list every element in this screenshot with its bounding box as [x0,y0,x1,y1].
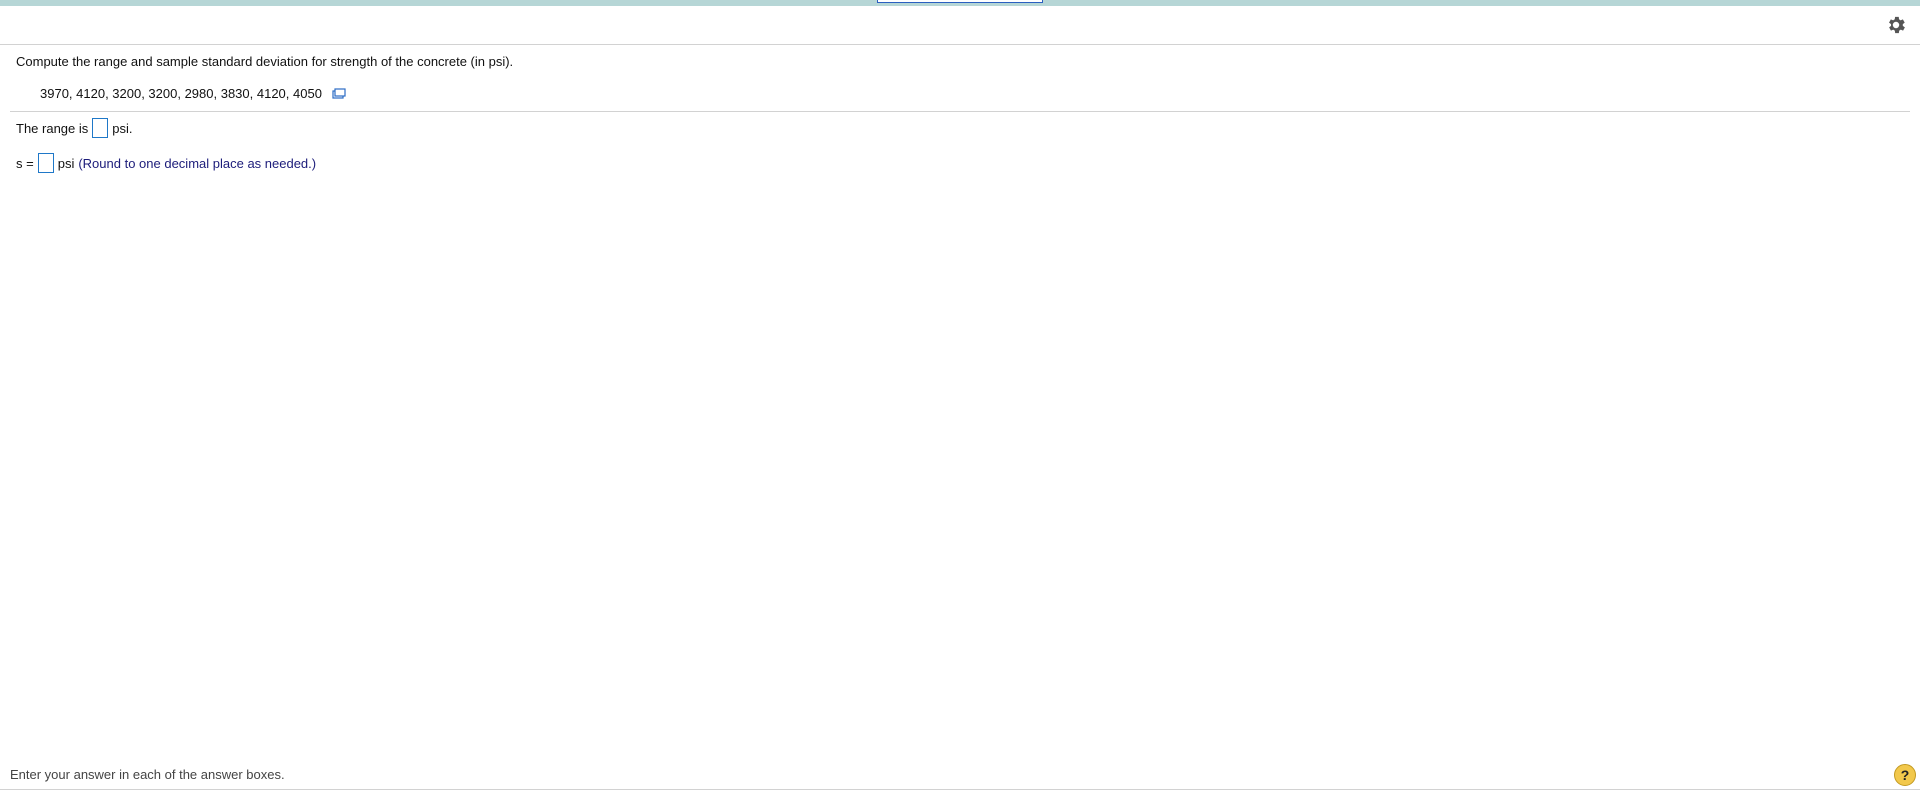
help-button[interactable]: ? [1894,764,1916,786]
footer-divider [0,789,1920,790]
range-answer-row: The range is psi. [16,118,133,138]
range-unit: psi. [112,120,133,136]
data-values: 3970, 4120, 3200, 3200, 2980, 3830, 4120… [40,86,322,101]
range-answer-box[interactable] [92,118,109,138]
gear-icon[interactable] [1885,14,1907,36]
range-label: The range is [16,120,89,136]
std-dev-unit: psi [57,155,75,171]
question-divider [10,111,1910,112]
std-dev-answer-box[interactable] [37,153,54,173]
std-dev-label: s = [16,155,34,171]
question-prompt: Compute the range and sample standard de… [16,54,514,69]
data-values-row: 3970, 4120, 3200, 3200, 2980, 3830, 4120… [40,86,346,101]
rounding-hint: (Round to one decimal place as needed.) [78,155,317,171]
header-divider [0,44,1920,45]
footer-instruction: Enter your answer in each of the answer … [10,767,285,782]
std-dev-answer-row: s = psi (Round to one decimal place as n… [16,153,316,173]
active-tab-indicator[interactable] [877,0,1043,3]
copy-data-icon[interactable] [332,87,346,100]
